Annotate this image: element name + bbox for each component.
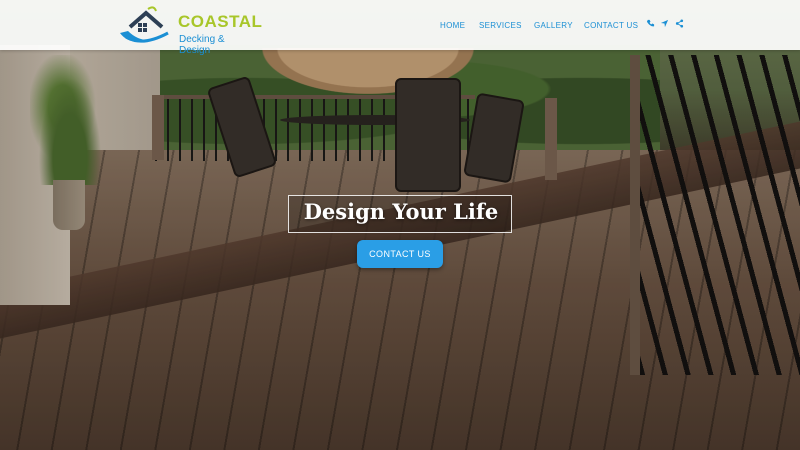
headline-frame: Design Your Life <box>288 195 512 233</box>
nav-home-link[interactable]: HOME <box>440 21 465 30</box>
nav-gallery-link[interactable]: GALLERY <box>534 21 573 30</box>
nav-contact-link[interactable]: CONTACT US <box>584 21 638 30</box>
share-icon[interactable] <box>673 19 685 31</box>
nav-item-home[interactable]: HOME <box>440 0 465 50</box>
nav-services-link[interactable]: SERVICES <box>479 21 522 30</box>
brand-name: COASTAL <box>178 12 263 31</box>
nav-item-contact[interactable]: CONTACT US <box>584 0 638 50</box>
site-header: COASTAL Decking & Design HOME SERVICES G… <box>0 0 800 56</box>
nav-item-gallery[interactable]: GALLERY <box>534 0 573 50</box>
hero-headline: Design Your Life <box>303 199 499 224</box>
contact-us-button[interactable]: CONTACT US <box>357 240 443 268</box>
location-arrow-icon[interactable] <box>658 19 670 31</box>
site-logo[interactable]: COASTAL Decking & Design <box>116 3 262 56</box>
nav-item-services[interactable]: SERVICES <box>479 0 522 50</box>
brand-tagline: Decking & Design <box>179 34 225 56</box>
house-wave-logo <box>120 6 169 43</box>
phone-icon[interactable] <box>644 19 656 31</box>
